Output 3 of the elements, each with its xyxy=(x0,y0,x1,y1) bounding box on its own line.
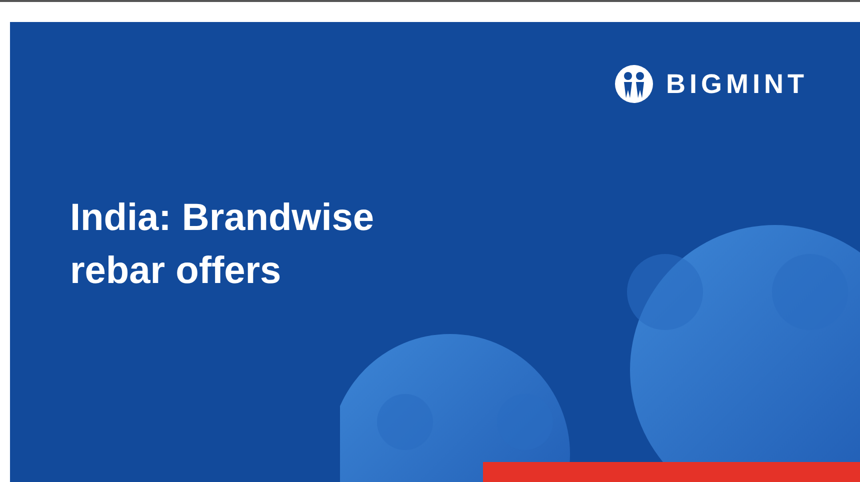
logo-text: BIGMINT xyxy=(666,68,808,100)
logo-icon xyxy=(614,64,654,104)
banner-title: India: Brandwise rebar offers xyxy=(70,196,376,294)
